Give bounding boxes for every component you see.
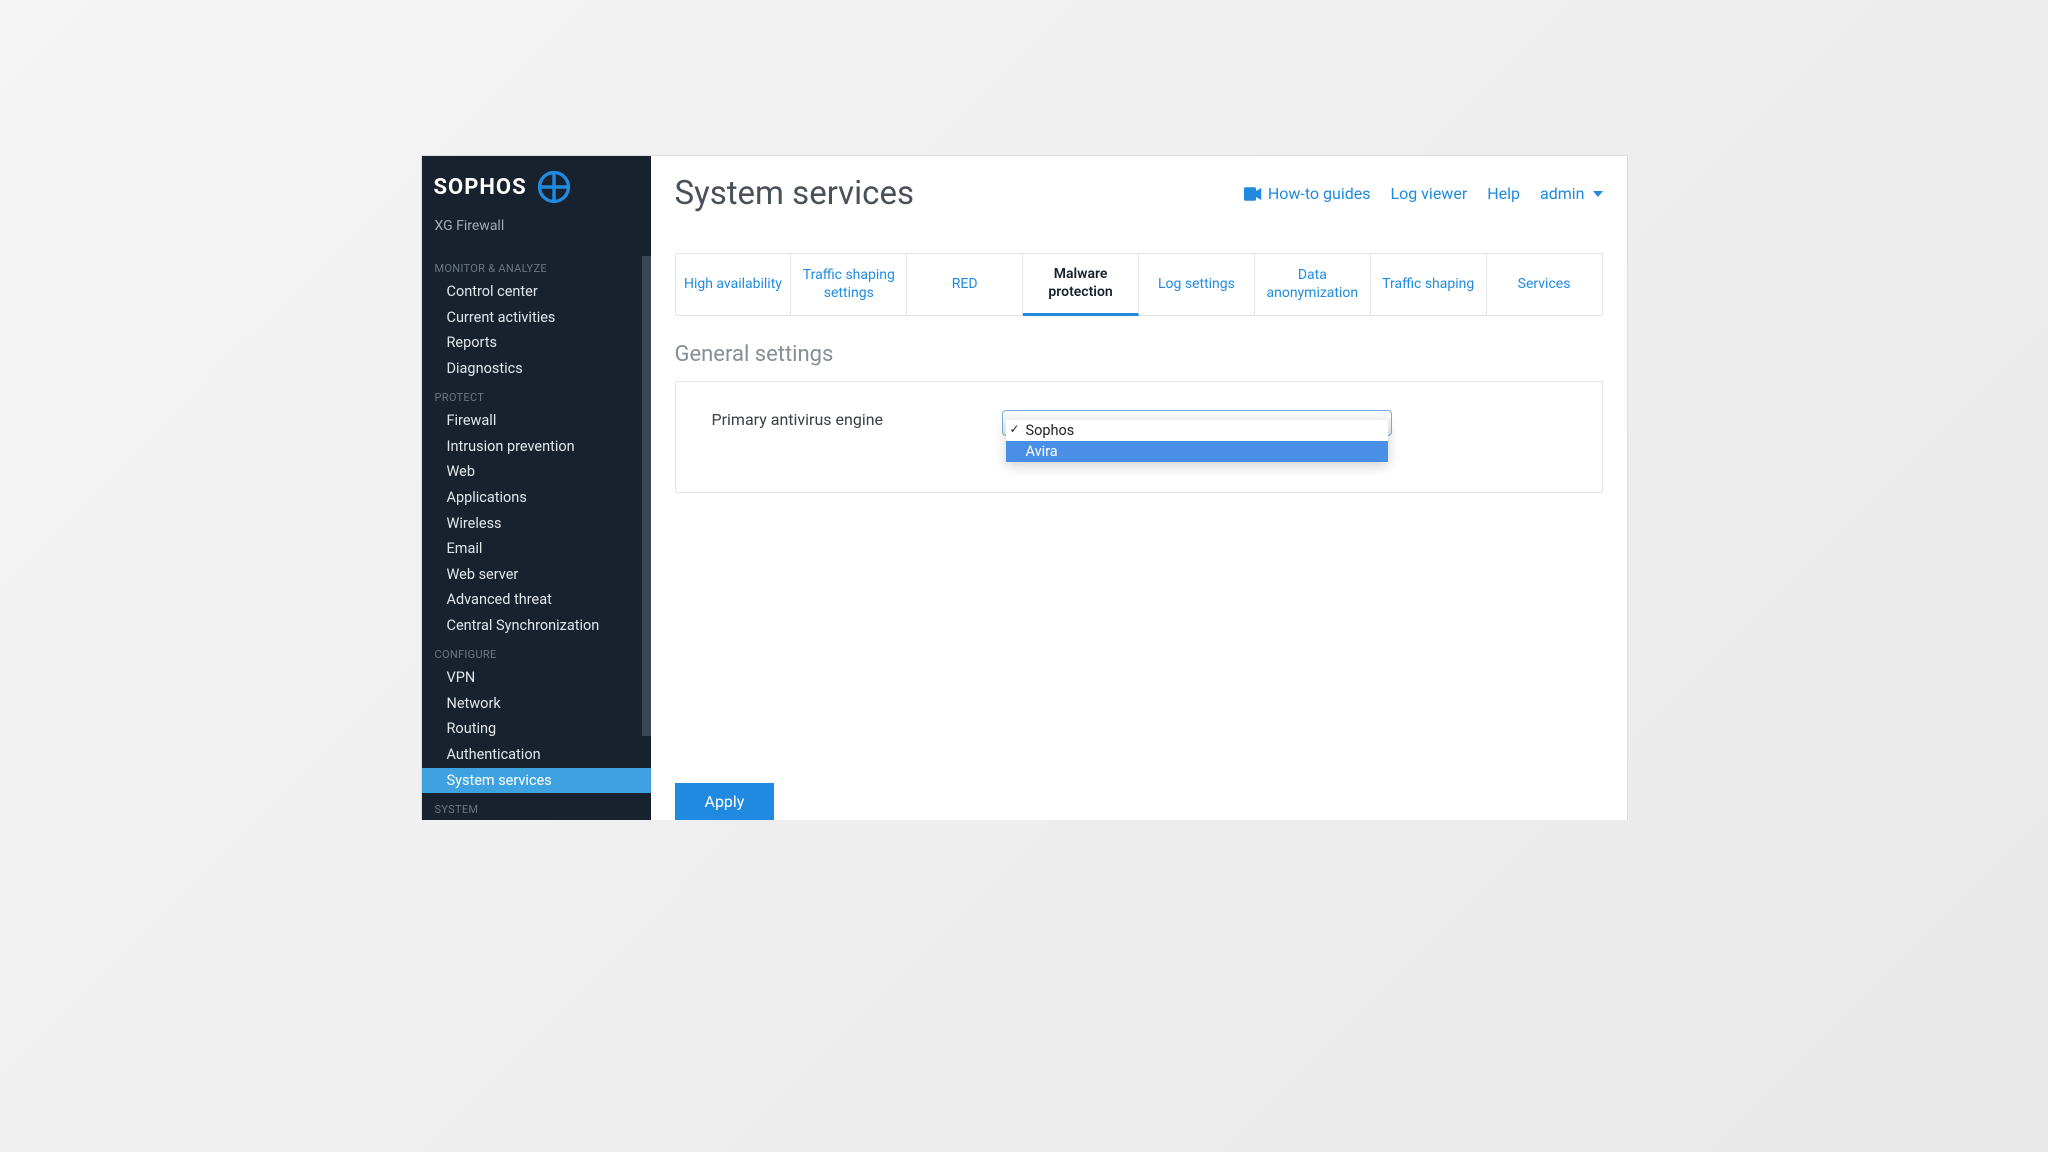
header-links: How-to guides Log viewer Help admin bbox=[1244, 184, 1603, 203]
sidebar-item-wireless[interactable]: Wireless bbox=[422, 511, 651, 537]
sidebar-item-web-server[interactable]: Web server bbox=[422, 562, 651, 588]
tab-malware-protection[interactable]: Malware protection bbox=[1023, 254, 1139, 316]
sidebar-item-network[interactable]: Network bbox=[422, 691, 651, 717]
primary-antivirus-label: Primary antivirus engine bbox=[712, 410, 912, 429]
tab-traffic-shaping-settings[interactable]: Traffic shaping settings bbox=[791, 254, 907, 315]
help-link[interactable]: Help bbox=[1487, 184, 1520, 203]
nav-section-protect: PROTECT bbox=[422, 381, 651, 408]
sidebar-item-email[interactable]: Email bbox=[422, 536, 651, 562]
primary-antivirus-select-wrap: Sophos Avira bbox=[1002, 410, 1392, 436]
sidebar-item-routing[interactable]: Routing bbox=[422, 716, 651, 742]
logo-area: SOPHOS bbox=[422, 170, 651, 222]
sidebar-item-advanced-threat[interactable]: Advanced threat bbox=[422, 587, 651, 613]
sidebar-nav: MONITOR & ANALYZE Control center Current… bbox=[422, 252, 651, 820]
sidebar-item-vpn[interactable]: VPN bbox=[422, 665, 651, 691]
sidebar-item-firewall[interactable]: Firewall bbox=[422, 408, 651, 434]
sidebar-item-current-activities[interactable]: Current activities bbox=[422, 305, 651, 331]
tab-log-settings[interactable]: Log settings bbox=[1139, 254, 1255, 315]
sidebar-item-reports[interactable]: Reports bbox=[422, 330, 651, 356]
sidebar-scrollbar[interactable] bbox=[642, 256, 651, 736]
log-viewer-link[interactable]: Log viewer bbox=[1390, 184, 1467, 203]
apply-button[interactable]: Apply bbox=[675, 783, 775, 820]
sidebar-item-control-center[interactable]: Control center bbox=[422, 279, 651, 305]
dropdown-option-avira[interactable]: Avira bbox=[1006, 441, 1388, 462]
brand-product: XG Firewall bbox=[422, 218, 651, 252]
sidebar-item-web[interactable]: Web bbox=[422, 459, 651, 485]
tab-red[interactable]: RED bbox=[907, 254, 1023, 315]
sidebar: SOPHOS XG Firewall MONITOR & ANALYZE Con… bbox=[422, 156, 651, 820]
sidebar-item-intrusion-prevention[interactable]: Intrusion prevention bbox=[422, 434, 651, 460]
sidebar-item-authentication[interactable]: Authentication bbox=[422, 742, 651, 768]
primary-antivirus-dropdown: Sophos Avira bbox=[1006, 420, 1388, 462]
tab-traffic-shaping[interactable]: Traffic shaping bbox=[1371, 254, 1487, 315]
sidebar-item-system-services[interactable]: System services bbox=[422, 768, 651, 794]
nav-section-system: SYSTEM bbox=[422, 793, 651, 820]
sidebar-item-applications[interactable]: Applications bbox=[422, 485, 651, 511]
how-to-guides-label: How-to guides bbox=[1268, 184, 1371, 203]
main-content: System services How-to guides Log viewer… bbox=[651, 156, 1627, 820]
caret-down-icon bbox=[1593, 191, 1603, 197]
dropdown-option-sophos[interactable]: Sophos bbox=[1006, 420, 1388, 441]
sidebar-item-diagnostics[interactable]: Diagnostics bbox=[422, 356, 651, 382]
user-menu[interactable]: admin bbox=[1540, 184, 1602, 203]
how-to-guides-link[interactable]: How-to guides bbox=[1244, 184, 1371, 203]
header-row: System services How-to guides Log viewer… bbox=[675, 174, 1603, 213]
nav-section-configure: CONFIGURE bbox=[422, 638, 651, 665]
video-camera-icon bbox=[1244, 187, 1262, 201]
general-settings-panel: Primary antivirus engine Sophos Avira bbox=[675, 381, 1603, 493]
sidebar-item-central-sync[interactable]: Central Synchronization bbox=[422, 613, 651, 639]
brand-name: SOPHOS bbox=[434, 175, 527, 200]
sophos-globe-icon bbox=[537, 170, 571, 204]
app-window: SOPHOS XG Firewall MONITOR & ANALYZE Con… bbox=[421, 155, 1628, 820]
tab-data-anonymization[interactable]: Data anonymization bbox=[1255, 254, 1371, 315]
tabs: High availability Traffic shaping settin… bbox=[675, 253, 1603, 316]
section-title: General settings bbox=[675, 342, 1603, 367]
page-title: System services bbox=[675, 174, 914, 213]
tab-services[interactable]: Services bbox=[1487, 254, 1602, 315]
tab-high-availability[interactable]: High availability bbox=[676, 254, 792, 315]
primary-antivirus-row: Primary antivirus engine Sophos Avira bbox=[712, 410, 1566, 436]
user-menu-label: admin bbox=[1540, 184, 1584, 203]
nav-section-monitor: MONITOR & ANALYZE bbox=[422, 252, 651, 279]
